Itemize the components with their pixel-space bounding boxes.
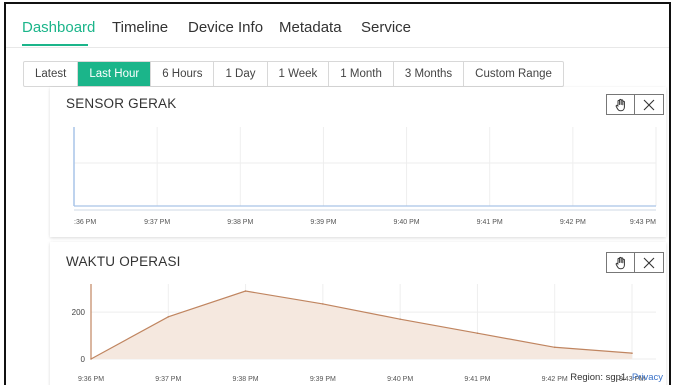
footer: Region: sgp1 Privacy [570, 372, 663, 383]
x-tick-label: 9:36 PM [78, 376, 104, 383]
x-tick-label: 9:38 PM [233, 376, 259, 383]
x-tick-label: 9:43 PM [630, 219, 656, 226]
waktu-data-point [553, 346, 556, 349]
hand-icon [615, 256, 625, 269]
close-button[interactable] [635, 252, 664, 273]
sensor-gerak-title: SENSOR GERAK [66, 96, 177, 111]
waktu-data-point [90, 358, 92, 360]
close-icon [643, 99, 655, 110]
waktu-operasi-card: WAKTU OPERASI 9:36 PM 9:37 PM 9:38 PM 9:39 … [50, 242, 666, 385]
tab-timeline[interactable]: Timeline [112, 19, 168, 36]
time-range-selector: Latest Last Hour 6 Hours 1 Day 1 Week 1 … [23, 61, 564, 87]
x-tick-label: 9:42 PM [560, 219, 586, 226]
range-1-week[interactable]: 1 Week [268, 62, 330, 86]
sensor-gerak-card: SENSOR GERAK :36 PM 9:37 PM 9:38 PM 9:39 PM… [50, 87, 666, 237]
range-1-month[interactable]: 1 Month [329, 62, 394, 86]
tab-dashboard[interactable]: Dashboard [22, 19, 95, 36]
range-latest[interactable]: Latest [24, 62, 79, 86]
y-tick-label: 200 [72, 308, 86, 317]
x-tick-label: 9:40 PM [387, 376, 413, 383]
waktu-series-area [91, 291, 632, 359]
x-tick-label: 9:39 PM [310, 376, 336, 383]
sensor-gerak-chart: :36 PM 9:37 PM 9:38 PM 9:39 PM 9:40 PM 9:41 P… [73, 127, 657, 226]
hand-icon [615, 98, 625, 111]
region-label: Region: sgp1 [570, 372, 627, 383]
waktu-data-point [167, 316, 170, 318]
y-tick-label: 0 [81, 355, 86, 364]
tab-device-info[interactable]: Device Info [188, 19, 263, 36]
close-button[interactable] [635, 94, 664, 115]
waktu-operasi-chart: 9:36 PM 9:37 PM 9:38 PM 9:39 PM 9:40 PM 9:41 … [72, 284, 656, 383]
x-tick-label: :36 PM [74, 219, 96, 226]
waktu-operasi-title: WAKTU OPERASI [66, 254, 181, 269]
x-tick-label: 9:37 PM [155, 376, 181, 383]
device-dashboard: Dashboard Timeline Device Info Metadata … [4, 2, 671, 385]
x-tick-label: 9:39 PM [310, 219, 336, 226]
range-last-hour[interactable]: Last Hour [78, 62, 152, 86]
waktu-data-point [476, 332, 479, 335]
waktu-card-controls [606, 252, 664, 273]
x-tick-label: 9:42 PM [542, 376, 568, 383]
waktu-data-point [399, 318, 401, 320]
pan-button[interactable] [606, 252, 635, 273]
waktu-data-point [244, 290, 247, 292]
range-custom[interactable]: Custom Range [464, 62, 563, 86]
x-tick-label: 9:41 PM [464, 376, 490, 383]
x-tick-label: 9:38 PM [227, 219, 253, 226]
range-3-months[interactable]: 3 Months [394, 62, 465, 86]
x-tick-label: 9:41 PM [477, 219, 503, 226]
x-tick-label: 9:37 PM [144, 219, 170, 226]
x-tick-label: 9:40 PM [394, 219, 420, 226]
waktu-data-point [322, 303, 324, 305]
privacy-link[interactable]: Privacy [632, 372, 663, 383]
tab-bar: Dashboard Timeline Device Info Metadata … [6, 4, 669, 48]
tab-service[interactable]: Service [361, 19, 411, 36]
close-icon [643, 257, 655, 268]
range-1-day[interactable]: 1 Day [214, 62, 268, 86]
range-6-hours[interactable]: 6 Hours [151, 62, 215, 86]
pan-button[interactable] [606, 94, 635, 115]
tab-metadata[interactable]: Metadata [279, 19, 342, 36]
sensor-card-controls [606, 94, 664, 115]
waktu-data-point [631, 352, 633, 354]
active-tab-indicator [22, 44, 88, 46]
